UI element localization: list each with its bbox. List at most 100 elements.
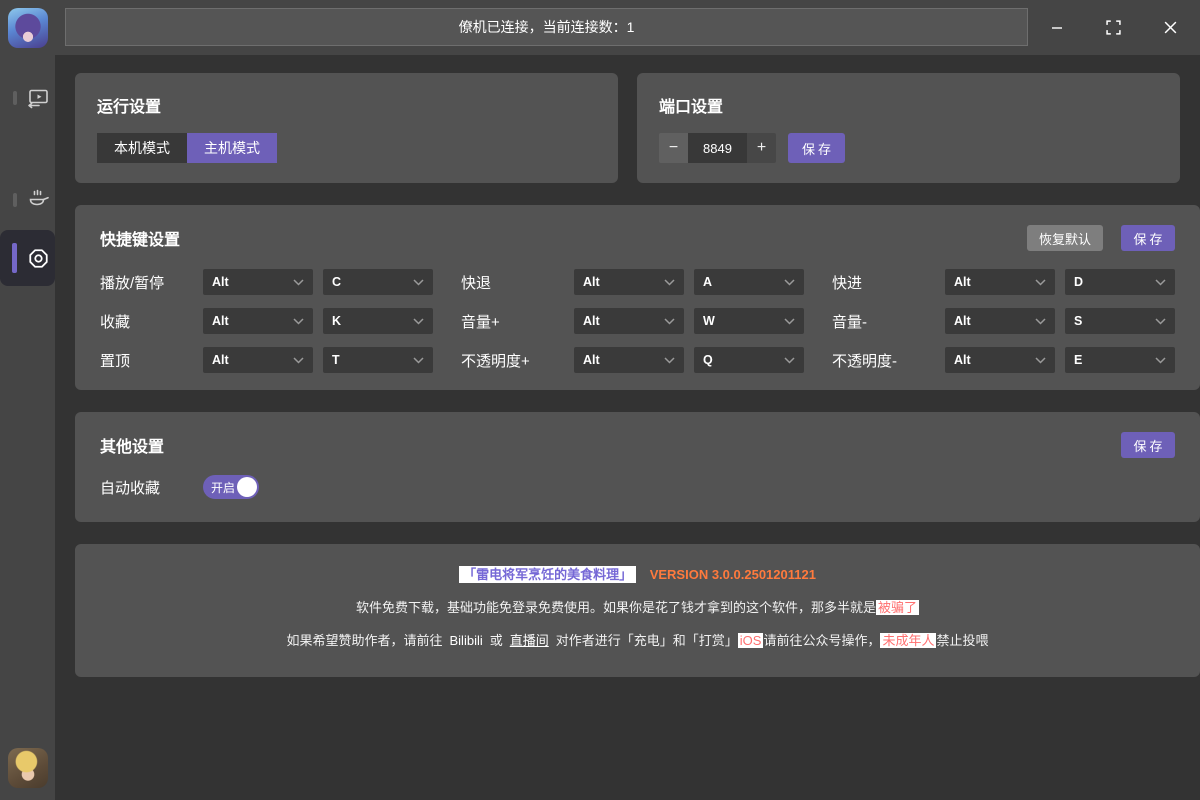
title-bar: 僚机已连接，当前连接数：1 [55,0,1200,55]
frying-pan-icon [26,188,50,212]
select-value: Alt [583,275,600,289]
chevron-down-icon [664,357,675,364]
chevron-down-icon [1035,357,1046,364]
user-avatar[interactable] [8,748,48,788]
key-select[interactable]: S [1065,308,1175,334]
port-increment-button[interactable]: + [747,133,776,163]
modifier-select[interactable]: Alt [574,347,684,373]
notice-text: 或 [490,633,503,648]
hotkey-row: 收藏 Alt K 音量+ Alt W 音量- Alt S [100,308,1175,334]
key-select[interactable]: D [1065,269,1175,295]
sidebar-item-cooking[interactable] [0,180,55,220]
select-value: W [703,314,715,328]
hotkey-label: 收藏 [100,311,203,332]
select-value: Alt [212,275,229,289]
hotkey-settings-panel: 快捷键设置 恢复默认 保存 播放/暂停 Alt C 快退 Alt A 快进 Al… [75,205,1200,390]
app-name: 「雷电将军烹饪的美食料理」 [459,566,636,583]
free-software-notice: 软件免费下载，基础功能免登录免费使用。如果你是花了钱才拿到的这个软件，那多半就是… [95,599,1180,617]
toggle-state-text: 开启 [211,479,235,496]
scam-warning-highlight: 被骗了 [876,600,919,615]
port-decrement-button[interactable]: − [659,133,688,163]
hotkey-row: 播放/暂停 Alt C 快退 Alt A 快进 Alt D [100,269,1175,295]
select-value: D [1074,275,1083,289]
modifier-select[interactable]: Alt [945,269,1055,295]
key-select[interactable]: K [323,308,433,334]
key-select[interactable]: C [323,269,433,295]
hotkey-label: 快退 [461,272,574,293]
modifier-select[interactable]: Alt [574,269,684,295]
app-version-line: 「雷电将军烹饪的美食料理」 VERSION 3.0.0.2501201121 [95,566,1180,584]
port-save-button[interactable]: 保存 [788,133,845,163]
sidebar-item-settings[interactable] [0,230,55,286]
app-avatar[interactable] [8,8,48,48]
close-button[interactable] [1142,0,1199,55]
port-value-field[interactable]: 8849 [688,133,747,163]
notice-text: 禁止投喂 [936,633,988,648]
select-value: Alt [212,353,229,367]
chevron-down-icon [784,357,795,364]
chevron-down-icon [664,279,675,286]
hotkey-row: 置顶 Alt T 不透明度+ Alt Q 不透明度- Alt E [100,347,1175,373]
notice-text: 软件免费下载，基础功能免登录免费使用。如果你是花了钱才拿到的这个软件，那多半就是 [356,600,876,615]
minimize-icon [1050,21,1064,35]
chevron-down-icon [293,318,304,325]
key-select[interactable]: E [1065,347,1175,373]
restore-default-button[interactable]: 恢复默认 [1027,225,1103,251]
sidebar-item-player[interactable] [0,78,55,118]
auto-favorite-toggle[interactable]: 开启 [203,475,259,499]
run-settings-panel: 运行设置 本机模式 主机模式 [75,73,618,183]
close-icon [1163,20,1178,35]
nav-active-indicator [12,243,17,273]
chevron-down-icon [1035,279,1046,286]
modifier-select[interactable]: Alt [203,269,313,295]
connection-status-text: 僚机已连接，当前连接数：1 [459,17,635,37]
modifier-select[interactable]: Alt [203,347,313,373]
other-save-button[interactable]: 保存 [1121,432,1175,458]
version-text: VERSION 3.0.0.2501201121 [650,567,816,582]
select-value: Alt [954,314,971,328]
content: 运行设置 本机模式 主机模式 端口设置 − 8849 + 保存 快捷键设置 [55,55,1200,800]
chevron-down-icon [413,279,424,286]
key-select[interactable]: A [694,269,804,295]
connection-status-banner: 僚机已连接，当前连接数：1 [65,8,1028,46]
chevron-down-icon [293,279,304,286]
select-value: Alt [954,275,971,289]
other-settings-panel: 其他设置 保存 自动收藏 开启 [75,412,1200,522]
nav-indicator [13,91,17,105]
chevron-down-icon [784,318,795,325]
notice-text: 如果希望赞助作者，请前往 [286,633,442,648]
hotkey-label: 音量+ [461,311,574,332]
sidebar [0,0,55,800]
select-value: E [1074,353,1082,367]
chevron-down-icon [664,318,675,325]
host-mode-button[interactable]: 主机模式 [187,133,277,163]
port-settings-title: 端口设置 [659,93,1158,117]
auto-favorite-label: 自动收藏 [100,477,203,498]
key-select[interactable]: T [323,347,433,373]
local-mode-button[interactable]: 本机模式 [97,133,187,163]
key-select[interactable]: Q [694,347,804,373]
modifier-select[interactable]: Alt [203,308,313,334]
live-room-link[interactable]: 直播间 [510,633,549,648]
select-value: C [332,275,341,289]
hotkey-label: 不透明度- [832,350,945,371]
run-settings-title: 运行设置 [97,93,596,117]
minimize-button[interactable] [1028,0,1085,55]
key-select[interactable]: W [694,308,804,334]
modifier-select[interactable]: Alt [574,308,684,334]
hotkey-settings-title: 快捷键设置 [100,226,180,250]
bilibili-link[interactable]: Bilibili [450,633,483,648]
select-value: Q [703,353,713,367]
modifier-select[interactable]: Alt [945,308,1055,334]
hotkey-label: 置顶 [100,350,203,371]
hotkey-label: 不透明度+ [461,350,574,371]
select-value: T [332,353,340,367]
select-value: S [1074,314,1082,328]
maximize-icon [1106,20,1121,35]
run-mode-switch: 本机模式 主机模式 [97,133,596,163]
maximize-button[interactable] [1085,0,1142,55]
hotkey-save-button[interactable]: 保存 [1121,225,1175,251]
modifier-select[interactable]: Alt [945,347,1055,373]
hotkey-label: 快进 [832,272,945,293]
chevron-down-icon [293,357,304,364]
